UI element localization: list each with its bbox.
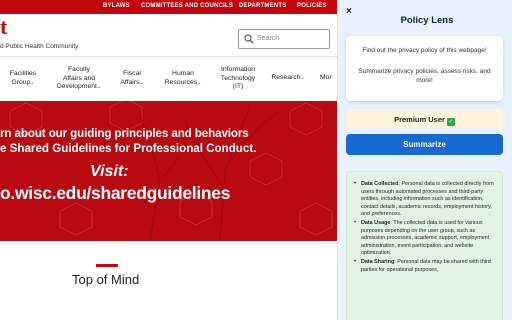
intro-line1: Find out the privacy policy of this webp… [362, 47, 487, 54]
hero-visit-label: Visit: [90, 163, 129, 180]
hero-headline-line2: e Shared Guidelines for Professional Con… [0, 142, 257, 155]
nav-item-research[interactable]: Research⌄ [269, 74, 307, 83]
webpage: BYLAWS COMMITTEES AND COUNCILS DEPARTMEN… [0, 0, 337, 320]
nav-item-fiscal-affairs[interactable]: Fiscal Affairs⌄ [117, 70, 147, 87]
premium-label: Premium User [394, 115, 445, 124]
nav-divider [0, 56, 337, 57]
list-item: Data Sharing: Personal data may be share… [353, 259, 495, 274]
search-icon [244, 34, 254, 44]
panel-title: Policy Lens [400, 15, 454, 26]
site-logo[interactable]: t [0, 16, 8, 38]
list-item: Data Usage: The collected data is used f… [353, 220, 495, 258]
check-icon: ✓ [446, 118, 455, 126]
premium-badge: Premium User ✓ [346, 109, 503, 128]
section-accent-bar [96, 264, 118, 267]
topbar-link-bylaws[interactable]: BYLAWS [103, 3, 130, 9]
site-subtitle: d Public Health Community [0, 43, 79, 50]
chevron-down-icon: ⌄ [96, 84, 102, 90]
utility-bar: BYLAWS COMMITTEES AND COUNCILS DEPARTMEN… [0, 0, 337, 14]
hero-url[interactable]: o.wisc.edu/sharedguidelines [0, 183, 230, 204]
chevron-down-icon: ⌄ [300, 75, 305, 81]
nav-item-human-resources[interactable]: Human Resources⌄ [162, 70, 204, 87]
topbar-link-departments[interactable]: DEPARTMENTS [239, 3, 286, 9]
section-title: Top of Mind [72, 272, 140, 287]
chevron-down-icon: ⌄ [30, 79, 35, 86]
list-item: Data Collected: Personal data is collect… [353, 181, 495, 219]
hero-background-pattern [9, 101, 333, 241]
summary-results: Data Collected: Personal data is collect… [346, 171, 503, 320]
summary-list: Data Collected: Personal data is collect… [353, 181, 495, 275]
nav-item-facilities[interactable]: Facilities Group⌄ [6, 70, 40, 87]
intro-line2: Summarize privacy policies, assess risks… [358, 68, 491, 84]
chevron-down-icon: ⌄ [139, 79, 144, 86]
topbar-link-policies[interactable]: POLICIES [297, 3, 327, 9]
nav-item-faculty-affairs[interactable]: Faculty Affairs and Development⌄ [54, 66, 104, 92]
nav-item-information-technology[interactable]: Information Technology (IT) [215, 66, 261, 92]
search-input[interactable]: Search [238, 29, 330, 49]
nav-item-more[interactable]: Mor [320, 74, 337, 83]
hero-headline-line1: rn about our guiding principles and beha… [0, 127, 249, 140]
summarize-button[interactable]: Summarize [346, 134, 503, 155]
chevron-down-icon: ⌄ [197, 79, 202, 86]
policy-lens-panel: × Policy Lens Find out the privacy polic… [342, 0, 512, 320]
hero-banner[interactable]: rn about our guiding principles and beha… [0, 101, 337, 241]
intro-card: Find out the privacy policy of this webp… [346, 36, 503, 101]
topbar-link-committees[interactable]: COMMITTEES AND COUNCILS [141, 3, 233, 9]
search-placeholder: Search [257, 35, 280, 42]
